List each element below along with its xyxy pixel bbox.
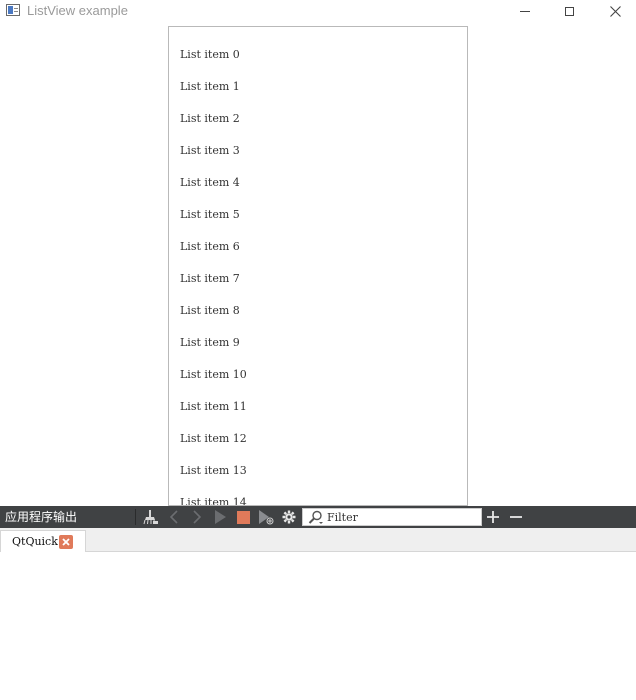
output-tab-strip: QtQuick	[0, 528, 636, 552]
list-view[interactable]: List item 0 List item 1 List item 2 List it…	[168, 26, 468, 506]
app-window-icon	[6, 4, 20, 16]
close-icon	[62, 538, 70, 546]
gear-icon	[282, 510, 296, 524]
list-item[interactable]: List item 3	[180, 144, 240, 158]
output-settings-button[interactable]	[280, 506, 298, 528]
minimize-icon	[520, 10, 530, 12]
list-item[interactable]: List item 2	[180, 112, 240, 126]
stop-icon	[236, 510, 250, 524]
rerun-button[interactable]	[211, 506, 229, 528]
list-item[interactable]: List item 4	[180, 176, 240, 190]
list-item[interactable]: List item 5	[180, 208, 240, 222]
filter-field[interactable]	[302, 508, 482, 526]
minimize-button[interactable]	[502, 0, 548, 22]
output-pane-title: 应用程序输出	[5, 510, 78, 524]
window-title: ListView example	[27, 3, 128, 18]
list-item[interactable]: List item 7	[180, 272, 240, 286]
run-icon	[215, 510, 226, 524]
list-item[interactable]: List item 6	[180, 240, 240, 254]
list-item[interactable]: List item 0	[180, 48, 240, 62]
search-icon	[308, 510, 323, 524]
toolbar-separator	[135, 509, 136, 525]
zoom-in-button[interactable]	[483, 506, 503, 528]
list-item[interactable]: List item 14	[180, 496, 247, 505]
filter-input[interactable]	[327, 509, 477, 525]
chevron-right-icon	[193, 510, 202, 524]
maximize-button[interactable]	[546, 0, 592, 22]
attach-debugger-icon	[259, 510, 274, 525]
output-text-area[interactable]	[0, 552, 636, 700]
output-pane-toolbar: 应用程序输出	[0, 506, 636, 528]
plus-icon	[487, 511, 499, 523]
close-icon	[609, 5, 621, 17]
window-titlebar: ListView example	[0, 0, 636, 22]
list-item[interactable]: List item 9	[180, 336, 240, 350]
zoom-out-button[interactable]	[506, 506, 526, 528]
list-item[interactable]: List item 10	[180, 368, 247, 382]
list-item[interactable]: List item 13	[180, 464, 247, 478]
minus-icon	[510, 516, 522, 518]
list-item[interactable]: List item 1	[180, 80, 240, 94]
chevron-left-icon	[169, 510, 178, 524]
clean-icon	[143, 510, 158, 525]
tab-label: QtQuick	[12, 535, 58, 548]
list-item[interactable]: List item 8	[180, 304, 240, 318]
tab-qtquick[interactable]: QtQuick	[0, 530, 86, 552]
list-item[interactable]: List item 12	[180, 432, 247, 446]
close-button[interactable]	[592, 0, 636, 22]
maximize-icon	[564, 6, 574, 16]
stop-button[interactable]	[234, 506, 252, 528]
next-item-button[interactable]	[188, 506, 206, 528]
previous-item-button[interactable]	[165, 506, 183, 528]
tab-close-button[interactable]	[59, 535, 73, 549]
clean-output-button[interactable]	[141, 506, 161, 528]
list-item[interactable]: List item 11	[180, 400, 247, 414]
attach-debugger-button[interactable]	[256, 506, 276, 528]
